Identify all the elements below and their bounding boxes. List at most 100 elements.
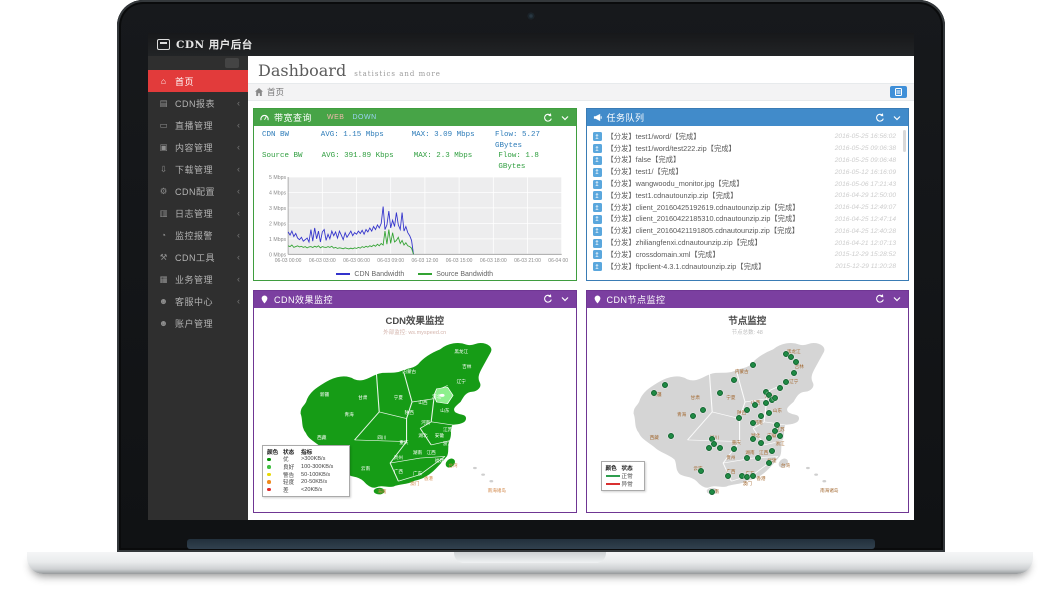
sidebar-toggle-button[interactable] <box>225 58 239 68</box>
province-label: 广西 <box>394 469 403 475</box>
chart-legend: CDN BandwidthSource Bandwidth <box>262 271 568 278</box>
sidebar-item-account[interactable]: ☻ 账户管理 <box>148 312 248 334</box>
page-title: Dashboard <box>258 61 346 80</box>
sidebar-item-icon: ⌂ <box>158 76 169 86</box>
bandwidth-tab[interactable]: DOWN <box>352 114 376 121</box>
sidebar-item-content[interactable]: ▣ 内容管理 <box>148 136 248 158</box>
task-time: 2016-04-25 12:40:28 <box>835 228 902 235</box>
collapse-button[interactable] <box>560 113 570 123</box>
task-text: 【分发】crossdomain.xml【完成】 <box>607 250 720 260</box>
list-icon <box>895 88 902 96</box>
map-title: CDN效果监控 <box>254 313 576 327</box>
china-map-nodes: 新疆西藏青海甘肃内蒙古黑龙江吉林辽宁河北山西陕西宁夏山东河南江苏安徽湖北重庆四川… <box>611 336 885 501</box>
panel-effect-map: CDN效果监控 CDN效果监控 外部监控: ws.myspeed.cn <box>253 290 577 514</box>
province-label: 广东 <box>413 471 422 477</box>
node-legend: 颜色 状态 正常 <box>601 461 645 490</box>
sidebar-item-icon: ▦ <box>158 274 169 285</box>
task-text: 【分发】client_20160422185310.cdnautounzip.z… <box>607 214 800 224</box>
sidebar-item-log[interactable]: ▥ 日志管理 <box>148 202 248 224</box>
sidebar-item-icon: ▤ <box>158 98 169 109</box>
node-dot <box>758 440 764 446</box>
task-icon <box>593 144 602 153</box>
task-row[interactable]: 【分发】client_20160425192619.cdnautounzip.z… <box>593 202 903 214</box>
node-dot <box>662 382 668 388</box>
refresh-icon <box>875 113 885 123</box>
node-dot <box>700 407 706 413</box>
sidebar-item-cdn-report[interactable]: ▤ CDN报表 <box>148 92 248 114</box>
province-label: 湖北 <box>418 433 427 439</box>
bullhorn-icon <box>593 113 602 122</box>
chevron-down-icon <box>560 294 570 304</box>
node-dot <box>772 395 778 401</box>
sidebar-item-icon: ☻ <box>158 318 169 328</box>
refresh-button[interactable] <box>543 113 553 123</box>
province-label: 西藏 <box>317 435 326 441</box>
province-label: 河北 <box>432 394 441 400</box>
province-label: 宁夏 <box>394 395 403 401</box>
chevron-left-icon <box>237 252 240 262</box>
breadcrumb-tool-button[interactable] <box>890 86 907 98</box>
svg-text:06-03 09:00: 06-03 09:00 <box>377 258 404 264</box>
task-time: 2016-05-25 09:06:38 <box>835 145 902 152</box>
task-row[interactable]: 【分发】test1.cdnautounzip.zip【完成】 2016-04-2… <box>593 190 903 202</box>
main-area: Dashboard statistics and more 首页 <box>248 56 914 520</box>
sidebar-item-download[interactable]: ⇩ 下载管理 <box>148 158 248 180</box>
refresh-button[interactable] <box>543 294 553 304</box>
refresh-button[interactable] <box>875 113 885 123</box>
chevron-left-icon <box>237 142 240 152</box>
sidebar-item-service[interactable]: ☻ 客服中心 <box>148 290 248 312</box>
refresh-button[interactable] <box>875 294 885 304</box>
task-row[interactable]: 【分发】zhiliangfenxi.cdnautounzip.zip【完成】 2… <box>593 237 903 249</box>
refresh-icon <box>543 294 553 304</box>
task-text: 【分发】test1.cdnautounzip.zip【完成】 <box>607 191 738 201</box>
task-row[interactable]: 【分发】client_20160422185310.cdnautounzip.z… <box>593 214 903 226</box>
bandwidth-tab[interactable]: WEB <box>327 114 344 121</box>
task-time: 2016-04-25 12:49:07 <box>835 204 902 211</box>
node-dot <box>772 428 778 434</box>
task-row[interactable]: 【分发】test1/word/test222.zip【完成】 2016-05-2… <box>593 143 903 155</box>
sidebar-item-cdn-tool[interactable]: ⚒ CDN工具 <box>148 246 248 268</box>
node-dot <box>717 445 723 451</box>
legend-row: 差 <20KB/s <box>267 486 345 494</box>
sidebar-item-icon: ⇩ <box>158 164 169 175</box>
legend-row: 优 >300KB/s <box>267 456 345 464</box>
node-dot <box>791 370 797 376</box>
province-label: 南海诸岛 <box>488 488 506 494</box>
node-dot <box>750 436 756 442</box>
province-label: 吉林 <box>462 364 471 370</box>
svg-text:1 Mbps: 1 Mbps <box>269 237 286 243</box>
collapse-button[interactable] <box>892 294 902 304</box>
sidebar-item-live[interactable]: ▭ 直播管理 <box>148 114 248 136</box>
svg-text:2 Mbps: 2 Mbps <box>269 221 286 227</box>
province-label: 澳门 <box>410 481 419 487</box>
task-text: 【分发】false【完成】 <box>607 155 681 165</box>
task-row[interactable]: 【分发】ftpclient-4.3.1.cdnautounzip.zip【完成】… <box>593 261 903 273</box>
province-label: 四川 <box>377 435 386 441</box>
province-label: 江苏 <box>443 427 452 433</box>
sidebar-item-label: 日志管理 <box>175 207 213 220</box>
province-label: 福建 <box>435 458 444 464</box>
sidebar-item-home[interactable]: ⌂ 首页 <box>148 70 248 92</box>
sidebar-item-business[interactable]: ▦ 业务管理 <box>148 268 248 290</box>
task-row[interactable]: 【分发】false【完成】 2016-05-25 09:06:48 <box>593 155 903 167</box>
task-icon <box>593 156 602 165</box>
collapse-button[interactable] <box>560 294 570 304</box>
node-dot <box>752 402 758 408</box>
collapse-button[interactable] <box>892 113 902 123</box>
sidebar-item-cdn-config[interactable]: ⚙ CDN配置 <box>148 180 248 202</box>
task-row[interactable]: 【分发】crossdomain.xml【完成】 2015-12-29 15:28… <box>593 249 903 261</box>
chevron-down-icon <box>892 294 902 304</box>
task-row[interactable]: 【分发】wangwoodu_monitor.jpg【完成】 2016-05-06… <box>593 178 903 190</box>
task-row[interactable]: 【分发】test1/【完成】 2016-05-12 16:16:09 <box>593 166 903 178</box>
sidebar-item-monitor-alarm[interactable]: ◔ 监控报警 <box>148 224 248 246</box>
panel-bandwidth-header: 带宽查询 WEBDOWN <box>254 109 576 126</box>
panel-node-map-header: CDN节点监控 <box>587 291 909 308</box>
breadcrumb-current[interactable]: 首页 <box>267 86 284 98</box>
bandwidth-chart: 0 Mbps1 Mbps2 Mbps3 Mbps4 Mbps5 Mbps06-0… <box>262 174 568 270</box>
province-label: 台湾 <box>448 463 457 469</box>
task-row[interactable]: 【分发】test1/word/【完成】 2016-05-25 16:56:02 <box>593 131 903 143</box>
svg-text:06-03 21:00: 06-03 21:00 <box>514 258 541 264</box>
task-row[interactable]: 【分发】client_20160421191805.cdnautounzip.z… <box>593 225 903 237</box>
svg-text:06-03 00:00: 06-03 00:00 <box>275 258 302 264</box>
chevron-left-icon <box>237 208 240 218</box>
